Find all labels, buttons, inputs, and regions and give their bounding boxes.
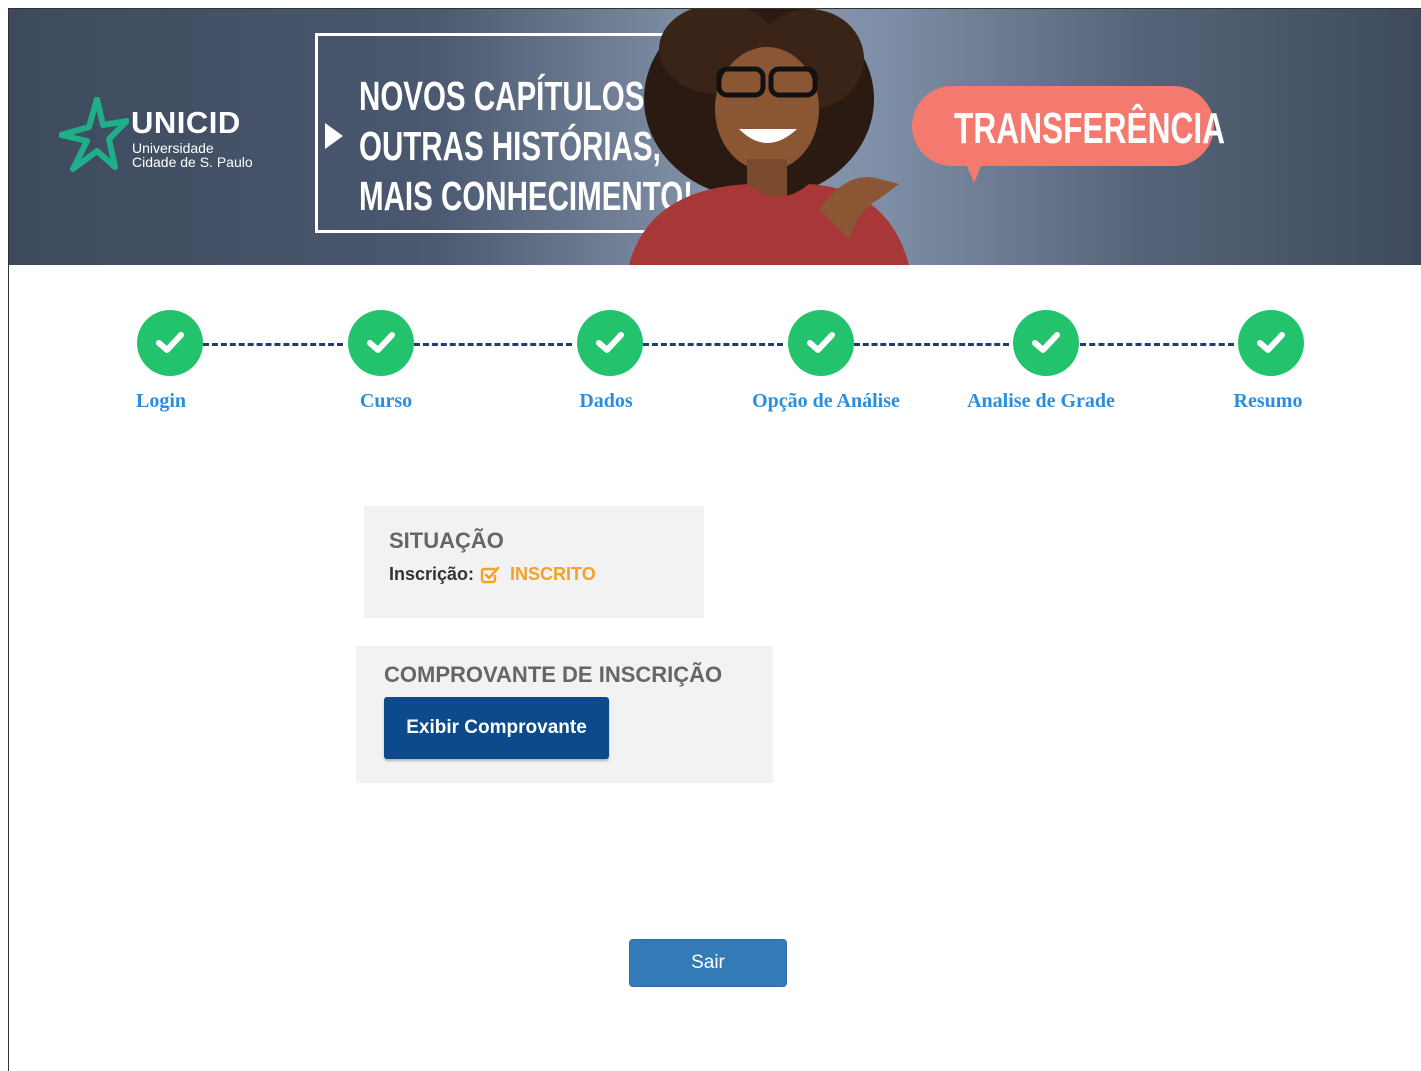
bubble-tail: [964, 159, 984, 183]
exibir-comprovante-button[interactable]: Exibir Comprovante: [384, 697, 609, 759]
step-connector: [414, 343, 572, 346]
step-connector: [643, 343, 783, 346]
comprovante-panel: COMPROVANTE DE INSCRIÇÃO Exibir Comprova…: [356, 646, 773, 783]
sair-button[interactable]: Sair: [629, 939, 787, 987]
unicid-logo: UNICID Universidade Cidade de S. Paulo: [59, 97, 279, 187]
situacao-title: SITUAÇÃO: [389, 528, 504, 553]
logo-subtitle: Universidade Cidade de S. Paulo: [132, 141, 253, 169]
step-label-opcao-analise[interactable]: Opção de Análise: [752, 390, 900, 413]
step-label-curso[interactable]: Curso: [360, 390, 412, 413]
step-label-analise-grade[interactable]: Analise de Grade: [967, 390, 1115, 413]
step-resumo-check-icon: [1238, 310, 1304, 376]
play-arrow-icon: [325, 123, 343, 149]
step-opcao-check-icon: [788, 310, 854, 376]
inscricao-label: Inscrição:: [389, 564, 475, 584]
checked-box-icon: [480, 566, 500, 584]
inscricao-status-value: INSCRITO: [510, 564, 596, 584]
logo-subtitle-line-2: Cidade de S. Paulo: [132, 154, 253, 170]
step-label-resumo[interactable]: Resumo: [1234, 390, 1303, 413]
step-connector: [854, 343, 1009, 346]
step-label-dados[interactable]: Dados: [579, 390, 632, 413]
smiling-woman-image: [629, 9, 909, 265]
star-logo-icon: [59, 97, 129, 172]
comprovante-title: COMPROVANTE DE INSCRIÇÃO: [384, 662, 723, 687]
step-grade-check-icon: [1013, 310, 1079, 376]
step-login-check-icon: [137, 310, 203, 376]
header-banner: UNICID Universidade Cidade de S. Paulo N…: [9, 9, 1421, 265]
inscricao-status-row: Inscrição: INSCRITO: [389, 564, 596, 585]
logo-name: UNICID: [131, 105, 241, 140]
bubble-text: TRANSFERÊNCIA: [954, 104, 1226, 153]
progress-steps: Login Curso Dados Opção de Análise Anali…: [0, 300, 1421, 430]
step-curso-check-icon: [348, 310, 414, 376]
step-connector: [203, 343, 343, 346]
step-connector: [1080, 343, 1234, 346]
step-label-login[interactable]: Login: [136, 390, 186, 413]
step-dados-check-icon: [577, 310, 643, 376]
logo-subtitle-line-1: Universidade: [132, 140, 214, 156]
situacao-panel: SITUAÇÃO Inscrição: INSCRITO: [364, 506, 704, 618]
